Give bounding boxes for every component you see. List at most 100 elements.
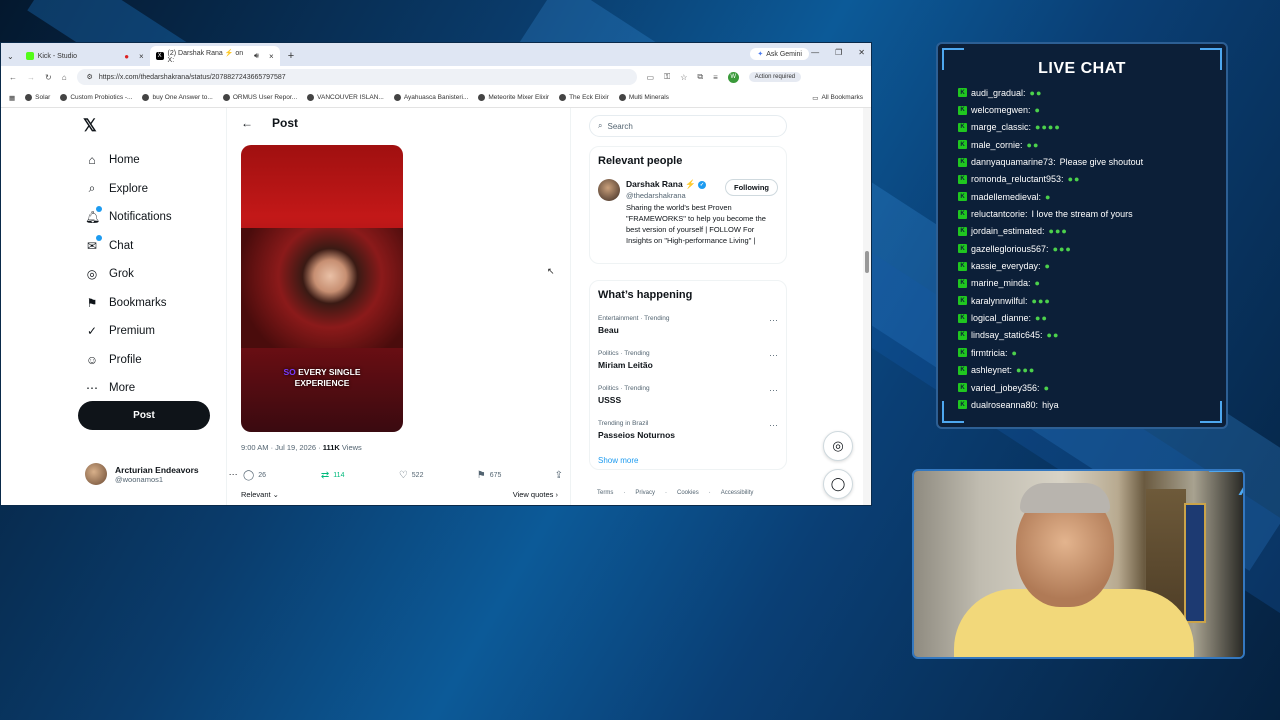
nav-item-notifications[interactable]: 🔔︎ Notifications [85, 203, 172, 232]
speaker-icon[interactable]: 🔊︎ [254, 51, 259, 61]
ask-gemini-button[interactable]: ✦ Ask Gemini [750, 48, 809, 60]
nav-item-grok[interactable]: ◎ Grok [85, 260, 172, 289]
kick-badge-icon: K [958, 261, 967, 271]
trend-item[interactable]: Politics · Trending USSS ··· [598, 385, 778, 405]
close-tab-icon[interactable]: × [139, 52, 144, 61]
avatar[interactable] [598, 179, 620, 201]
reply-button[interactable]: ◯ 26 [243, 470, 321, 481]
footer-link[interactable]: Terms [597, 490, 613, 496]
bookmark-item[interactable]: Solar [25, 94, 50, 101]
back-icon[interactable]: ← [9, 73, 17, 82]
footer-link[interactable]: Privacy [635, 490, 655, 496]
profile-icon: ☺ [85, 352, 99, 367]
bookmark-item[interactable]: The Eck Elixir [559, 94, 609, 101]
trend-item[interactable]: Politics · Trending Miriam Leitão ··· [598, 350, 778, 370]
following-button[interactable]: Following [725, 179, 778, 196]
bookmark-item[interactable]: Multi Minerals [618, 94, 669, 101]
messages-fab-icon[interactable]: ◯ [823, 469, 853, 499]
nav-item-chat[interactable]: ✉ Chat [85, 232, 172, 261]
search-input[interactable]: ⌕ Search [589, 115, 787, 137]
maximize-icon[interactable]: ❐ [835, 48, 842, 57]
more-icon[interactable]: ··· [769, 385, 778, 395]
like-count: 522 [411, 472, 424, 479]
chat-message: Klindsay_static645: ●● [958, 327, 1223, 344]
sort-dropdown[interactable]: Relevant ⌄ [241, 490, 279, 499]
password-icon[interactable]: ⚿ [664, 72, 670, 82]
tab-search-icon[interactable]: ⌄ [1, 52, 20, 66]
back-arrow-icon[interactable]: ← [241, 116, 253, 130]
extensions-icon[interactable]: ⧉ [697, 72, 703, 82]
profile-avatar[interactable]: W [727, 71, 739, 83]
bookmark-item[interactable]: ORMUS User Repor... [222, 94, 298, 101]
chat-text: I love the stream of yours [1031, 209, 1133, 220]
bookmark-item[interactable]: buy One Answer to... [142, 94, 213, 101]
bell-icon: 🔔︎ [85, 206, 102, 224]
nav-item-profile[interactable]: ☺ Profile [85, 346, 172, 375]
repost-button[interactable]: ⇄ 114 [321, 470, 399, 481]
bookmark-label: ORMUS User Repor... [232, 94, 298, 101]
forward-icon[interactable]: → [27, 73, 35, 82]
scrollbar-thumb[interactable] [865, 251, 869, 273]
account-switcher[interactable]: Arcturian Endeavors @woonamos1 ··· [85, 463, 238, 485]
post-video[interactable]: SO EVERY SINGLE EXPERIENCE [241, 145, 403, 432]
action-required-button[interactable]: Action required [748, 72, 802, 82]
chat-message: Kdualroseanna80: hiya [958, 396, 1223, 413]
trend-item[interactable]: Entertainment · Trending Beau ··· [598, 315, 778, 335]
person-name[interactable]: Darshak Rana ⚡ ✓ [626, 179, 707, 190]
bookmark-item[interactable]: VANCOUVER ISLAN... [307, 94, 384, 101]
close-window-icon[interactable]: ✕ [858, 48, 865, 57]
tab-kick-studio[interactable]: Kick - Studio ● × [20, 46, 150, 66]
repost-icon: ⇄ [320, 470, 330, 481]
trend-item[interactable]: Trending in Brazil Passeios Noturnos ··· [598, 420, 778, 440]
bookmark-button[interactable]: ⚑ 675 [477, 470, 555, 481]
chat-message: Kashleynet: ●●● [958, 362, 1223, 379]
more-icon[interactable]: ··· [769, 315, 778, 325]
bookmark-item[interactable]: Ayahuasca Banisteri... [393, 94, 468, 101]
close-tab-icon[interactable]: × [269, 52, 274, 61]
heart-icon: ♡ [398, 470, 408, 481]
trend-context: Politics · Trending [598, 385, 650, 392]
reload-icon[interactable]: ↻ [45, 73, 52, 82]
nav-item-premium[interactable]: ✓ Premium [85, 317, 172, 346]
apps-icon[interactable]: ▦ [9, 94, 15, 102]
nav-item-bookmarks[interactable]: ⚑ Bookmarks [85, 289, 172, 318]
minimize-icon[interactable]: — [811, 48, 819, 57]
site-info-icon[interactable]: ⚙ [87, 73, 93, 81]
media-icon[interactable]: ≡ [713, 73, 718, 82]
footer-separator: · [665, 490, 668, 496]
footer-link[interactable]: Accessibility [721, 490, 754, 496]
x-logo-icon[interactable]: 𝕏 [83, 116, 97, 136]
whats-happening-title: What’s happening [598, 289, 693, 301]
browser-window: ⌄ Kick - Studio ● × X (2) Darshak Rana ⚡… [0, 42, 872, 506]
bookmark-item[interactable]: Meteorite Mixer Elixir [478, 94, 549, 101]
view-quotes-link[interactable]: View quotes › [513, 490, 558, 499]
grok-fab-icon[interactable]: ◎ [823, 431, 853, 461]
chat-message: Kmale_cornie: ●● [958, 136, 1223, 153]
footer-link[interactable]: Cookies [677, 490, 699, 496]
show-more-link[interactable]: Show more [598, 456, 638, 465]
bookmark-item[interactable]: Custom Probiotics -... [60, 94, 132, 101]
chat-message: Kkassie_everyday: ● [958, 257, 1223, 274]
chat-message: Klogical_dianne: ●● [958, 309, 1223, 326]
kick-badge-icon: K [958, 226, 967, 236]
kick-icon [25, 52, 34, 60]
scrollbar[interactable] [863, 108, 871, 505]
nav-item-more[interactable]: ⋯ More [85, 374, 172, 403]
like-button[interactable]: ♡ 522 [399, 470, 477, 481]
url-field[interactable]: ⚙ https://x.com/thedarshakrana/status/20… [76, 69, 637, 85]
new-tab-button[interactable]: + [280, 46, 302, 66]
all-bookmarks-button[interactable]: ▭ All Bookmarks [812, 94, 863, 102]
more-icon[interactable]: ··· [769, 420, 778, 430]
nav-item-explore[interactable]: ⌕ Explore [85, 175, 172, 204]
footer-separator: · [623, 490, 626, 496]
post-button[interactable]: Post [78, 401, 210, 430]
home-browser-icon[interactable]: ⌂ [62, 73, 67, 82]
tab-x-post[interactable]: X (2) Darshak Rana ⚡ on X: 🔊︎ × [149, 46, 280, 66]
install-icon[interactable]: ▭ [647, 73, 655, 82]
share-button[interactable]: ⇪ [555, 470, 563, 481]
more-icon[interactable]: ··· [769, 350, 778, 360]
bookmark-icon: ⚑ [86, 295, 98, 310]
star-icon[interactable]: ☆ [680, 73, 687, 82]
nav-item-home[interactable]: ⌂ Home [85, 146, 172, 175]
chat-title: LIVE CHAT [1038, 60, 1126, 77]
